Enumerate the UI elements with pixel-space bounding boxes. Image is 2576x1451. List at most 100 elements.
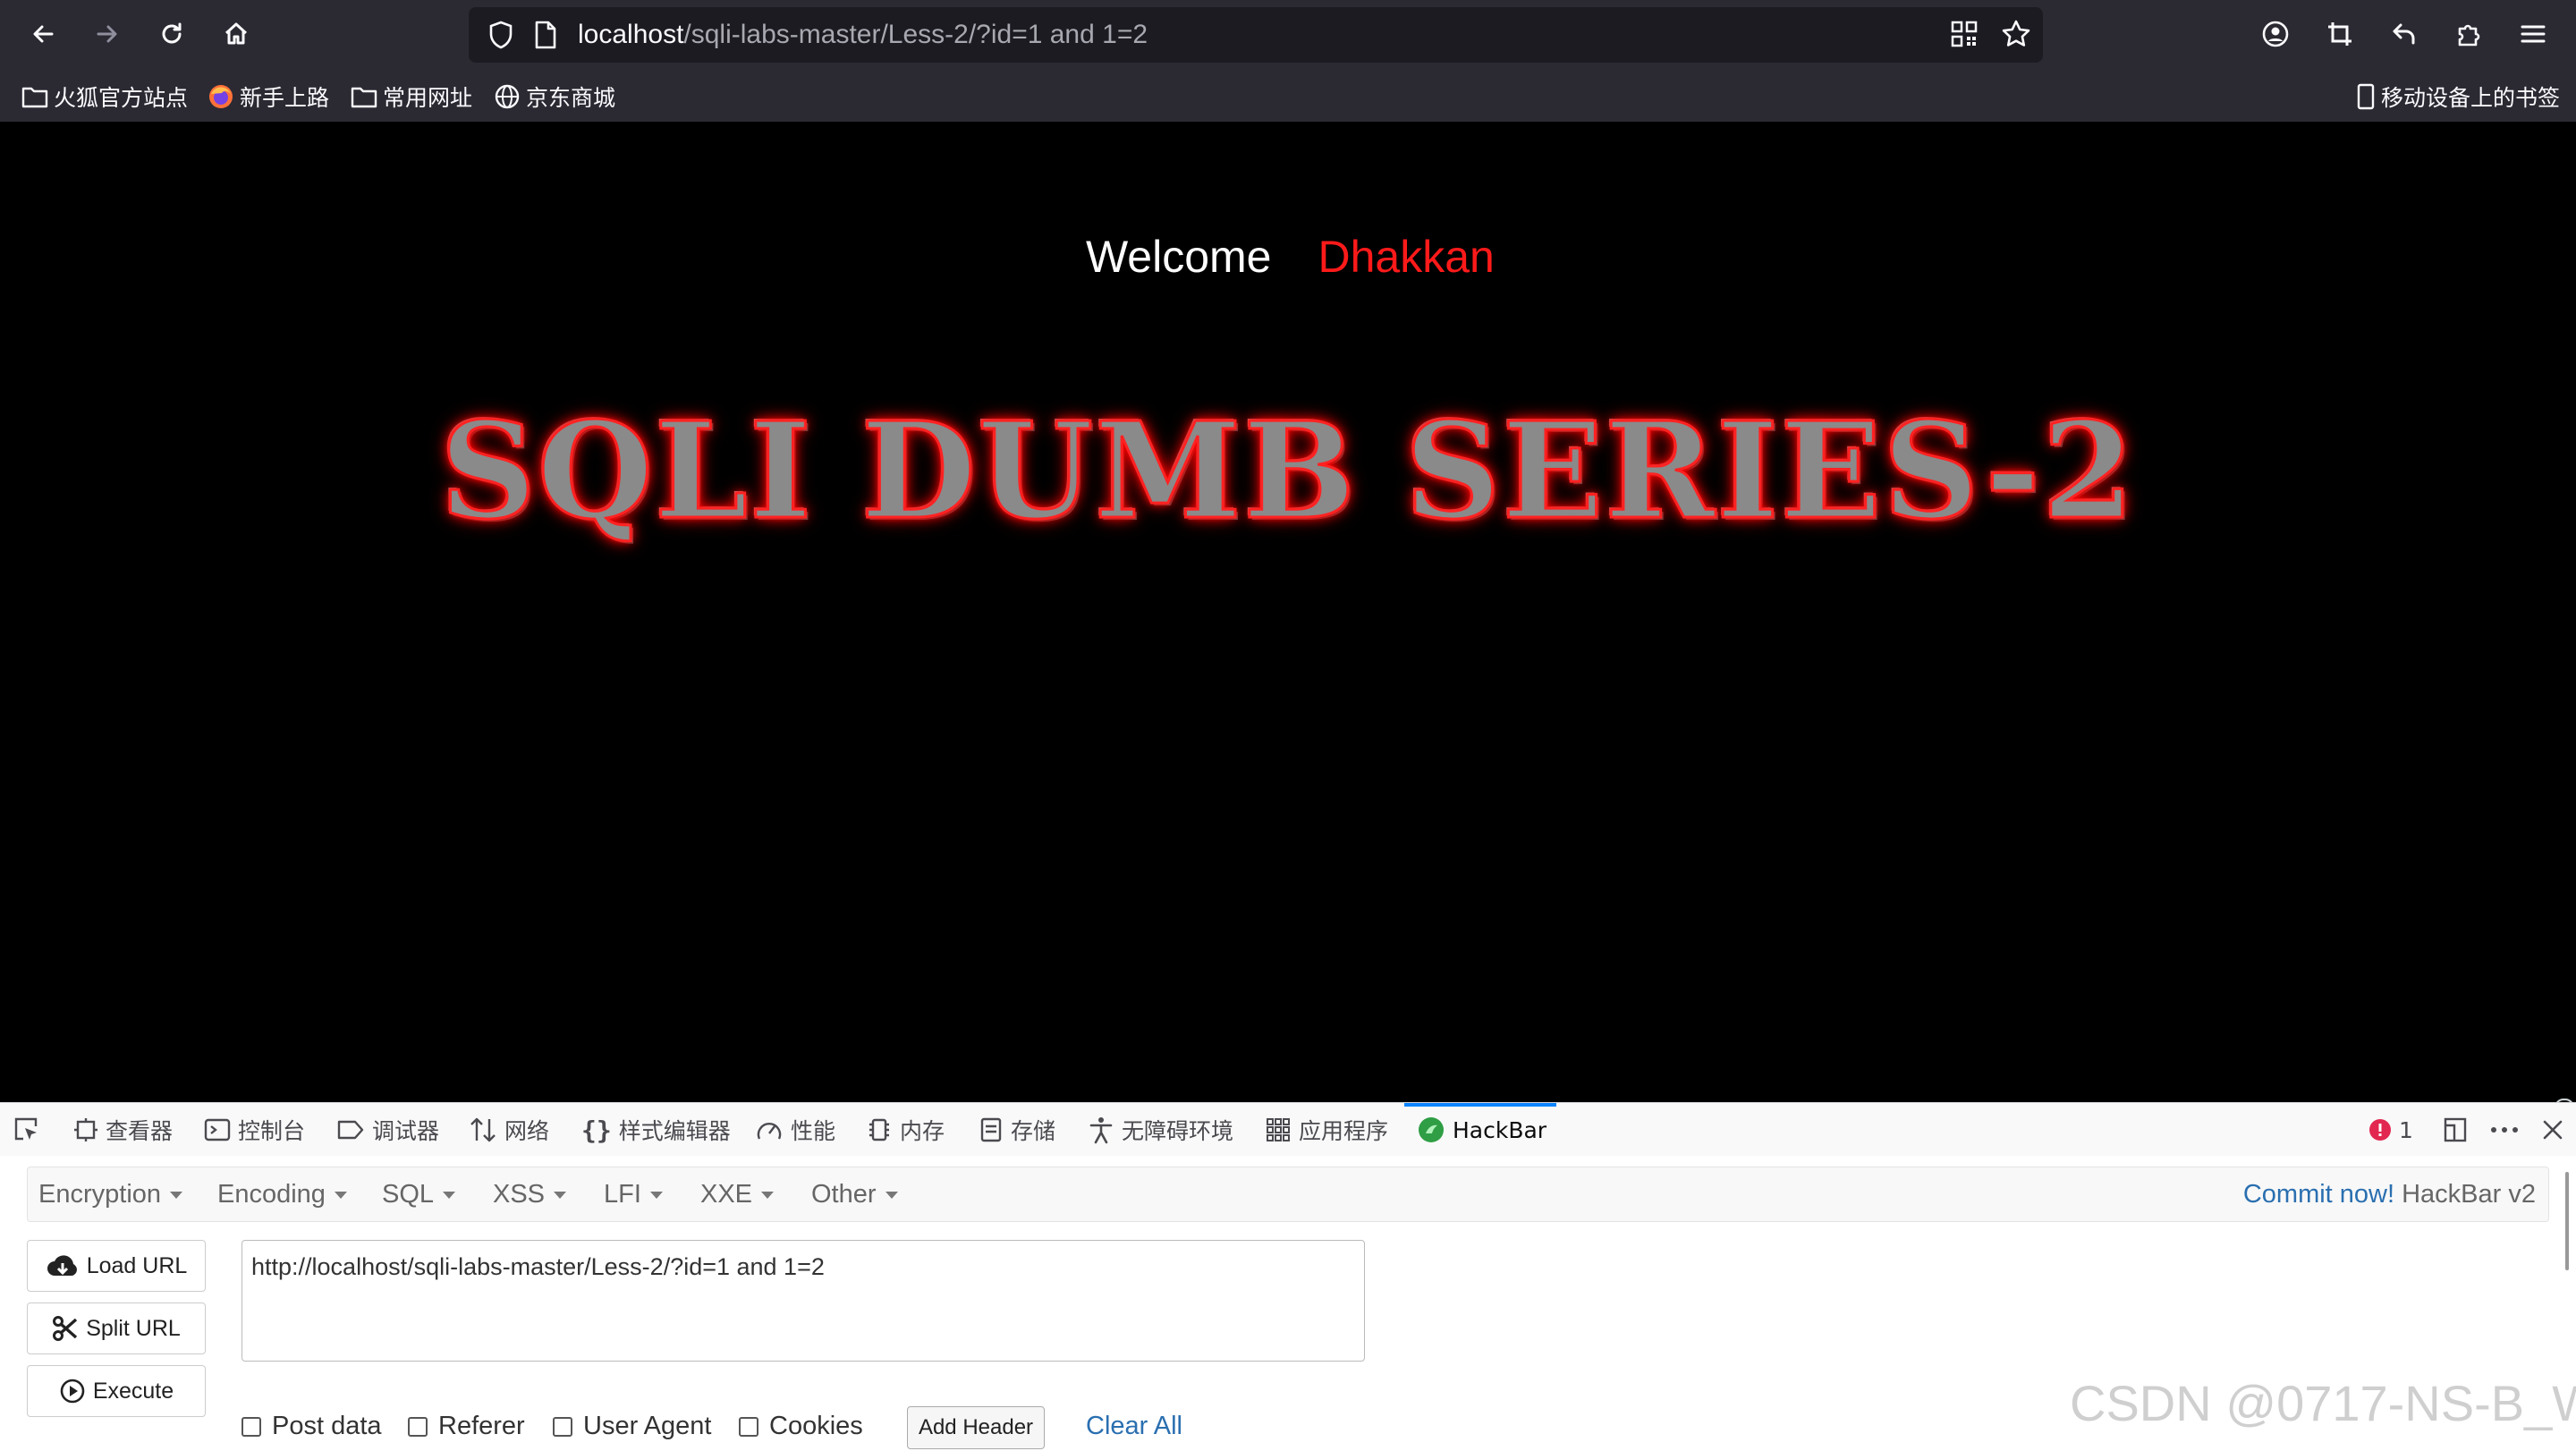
tab-network[interactable]: 网络 [469, 1112, 549, 1148]
devtools-toolbar: 查看器 控制台 调试器 网络 {} 样式编辑器 性能 内存 存储 无障碍环境 应… [0, 1102, 2576, 1158]
menu-encoding[interactable]: Encoding [217, 1180, 347, 1209]
arrow-left-icon [33, 25, 54, 43]
tab-style-editor[interactable]: {} 样式编辑器 [581, 1112, 731, 1148]
menu-sql[interactable]: SQL [382, 1180, 456, 1209]
inspector-icon [74, 1118, 97, 1141]
folder-icon [21, 87, 48, 108]
dock-side-icon [2444, 1117, 2467, 1142]
menu-button[interactable] [2513, 14, 2553, 54]
forward-button[interactable] [88, 14, 127, 54]
close-devtools-button[interactable] [2542, 1112, 2563, 1148]
star-bookmark-icon[interactable] [2000, 18, 2032, 54]
menu-xxe[interactable]: XXE [700, 1180, 775, 1209]
menu-lfi[interactable]: LFI [604, 1180, 663, 1209]
tab-label: 调试器 [372, 1118, 440, 1144]
element-picker-button[interactable] [13, 1112, 41, 1148]
extensions-button[interactable] [2449, 14, 2488, 54]
bookmark-item[interactable]: 常用网址 [351, 81, 472, 113]
tab-accessibility[interactable]: 无障碍环境 [1088, 1112, 1233, 1148]
commit-now-link[interactable]: Commit now! [2243, 1180, 2394, 1209]
reload-button[interactable] [152, 14, 191, 54]
user-agent-checkbox[interactable]: User Agent [553, 1412, 711, 1441]
tab-inspector[interactable]: 查看器 [73, 1112, 173, 1148]
menu-encryption[interactable]: Encryption [38, 1180, 183, 1209]
close-icon [2543, 1120, 2563, 1140]
clear-all-link[interactable]: Clear All [1086, 1412, 1182, 1441]
console-icon [204, 1118, 231, 1141]
welcome-text: Welcome [1086, 232, 1272, 282]
load-url-button[interactable]: Load URL [27, 1240, 206, 1292]
shield-icon[interactable] [487, 20, 515, 54]
crop-icon [2328, 22, 2351, 46]
menu-other[interactable]: Other [811, 1180, 898, 1209]
page-icon [533, 20, 558, 54]
caret-down-icon [334, 1192, 347, 1200]
undo-button[interactable] [2385, 14, 2424, 54]
caret-down-icon [649, 1192, 663, 1200]
tab-debugger[interactable]: 调试器 [336, 1112, 439, 1148]
tab-label: 样式编辑器 [618, 1118, 731, 1144]
hackbar-logo-icon [1419, 1117, 1444, 1142]
hackbar-menu: Encryption Encoding SQL XSS LFI XXE Othe… [27, 1167, 2549, 1222]
tab-console[interactable]: 控制台 [204, 1112, 305, 1148]
caret-down-icon [170, 1192, 183, 1200]
hamburger-icon [2521, 25, 2546, 43]
execute-button[interactable]: Execute [27, 1365, 206, 1417]
tab-storage[interactable]: 存储 [979, 1112, 1055, 1148]
account-icon [2262, 21, 2289, 47]
dock-button[interactable] [2442, 1112, 2469, 1148]
bookmarks-bar: 火狐官方站点 新手上路 常用网址 京东商城 移动设备上的书签 [0, 68, 2576, 122]
page-content: Welcome Dhakkan SQLI DUMB SERIES-2 [0, 122, 2576, 1211]
hackbar-version: HackBar v2 [2402, 1180, 2536, 1209]
bookmark-item[interactable]: 京东商城 [494, 81, 615, 113]
back-button[interactable] [23, 14, 63, 54]
tab-performance[interactable]: 性能 [755, 1112, 835, 1148]
bookmark-label: 火狐官方站点 [54, 85, 189, 111]
bookmark-label: 常用网址 [383, 85, 473, 111]
more-options-button[interactable] [2490, 1112, 2519, 1148]
accessibility-icon [1089, 1117, 1113, 1144]
mobile-bookmarks-label: 移动设备上的书签 [2381, 85, 2561, 111]
url-text[interactable]: localhost/sqli-labs-master/Less-2/?id=1 … [578, 18, 1148, 52]
tab-hackbar[interactable]: HackBar [1417, 1112, 1546, 1148]
error-icon [2369, 1119, 2391, 1141]
url-textarea[interactable]: http://localhost/sqli-labs-master/Less-2… [242, 1240, 1365, 1362]
cookies-checkbox[interactable]: Cookies [739, 1412, 863, 1441]
post-data-checkbox[interactable]: Post data [242, 1412, 382, 1441]
mobile-bookmarks[interactable]: 移动设备上的书签 [2356, 81, 2560, 113]
add-header-button[interactable]: Add Header [907, 1406, 1045, 1449]
bookmark-item[interactable]: 新手上路 [208, 81, 329, 113]
ellipsis-icon [2491, 1127, 2518, 1133]
app-grid-icon [1267, 1118, 1290, 1141]
hackbar-scrollbar[interactable] [2565, 1172, 2569, 1270]
screenshot-button[interactable] [2320, 14, 2360, 54]
debugger-icon [337, 1120, 364, 1140]
tab-label: 控制台 [238, 1118, 306, 1144]
folder-icon [351, 87, 377, 108]
network-arrows-icon [470, 1117, 496, 1142]
reload-icon [162, 22, 182, 44]
firefox-icon [209, 85, 233, 108]
tab-label: 存储 [1011, 1118, 1056, 1144]
browser-toolbar: localhost/sqli-labs-master/Less-2/?id=1 … [0, 0, 2576, 68]
address-bar[interactable]: localhost/sqli-labs-master/Less-2/?id=1 … [469, 7, 2043, 63]
error-count-badge[interactable]: 1 [2368, 1112, 2413, 1148]
tab-label: 内存 [900, 1118, 945, 1144]
tab-label: 查看器 [106, 1118, 174, 1144]
qr-code-icon[interactable] [1950, 20, 1979, 52]
puzzle-icon [2458, 24, 2480, 47]
split-url-button[interactable]: Split URL [27, 1303, 206, 1354]
braces-icon: {} [581, 1115, 612, 1145]
tab-memory[interactable]: 内存 [866, 1112, 945, 1148]
referer-checkbox[interactable]: Referer [408, 1412, 525, 1441]
tab-label: 网络 [504, 1118, 550, 1144]
account-button[interactable] [2256, 14, 2295, 54]
tab-application[interactable]: 应用程序 [1265, 1112, 1388, 1148]
menu-xss[interactable]: XSS [493, 1180, 567, 1209]
url-host: localhost [578, 20, 684, 49]
welcome-heading: Welcome Dhakkan [1086, 231, 1495, 283]
home-button[interactable] [216, 14, 256, 54]
bookmark-item[interactable]: 火狐官方站点 [21, 81, 188, 113]
tab-label: HackBar [1453, 1116, 1547, 1143]
active-tab-indicator [1404, 1103, 1556, 1107]
